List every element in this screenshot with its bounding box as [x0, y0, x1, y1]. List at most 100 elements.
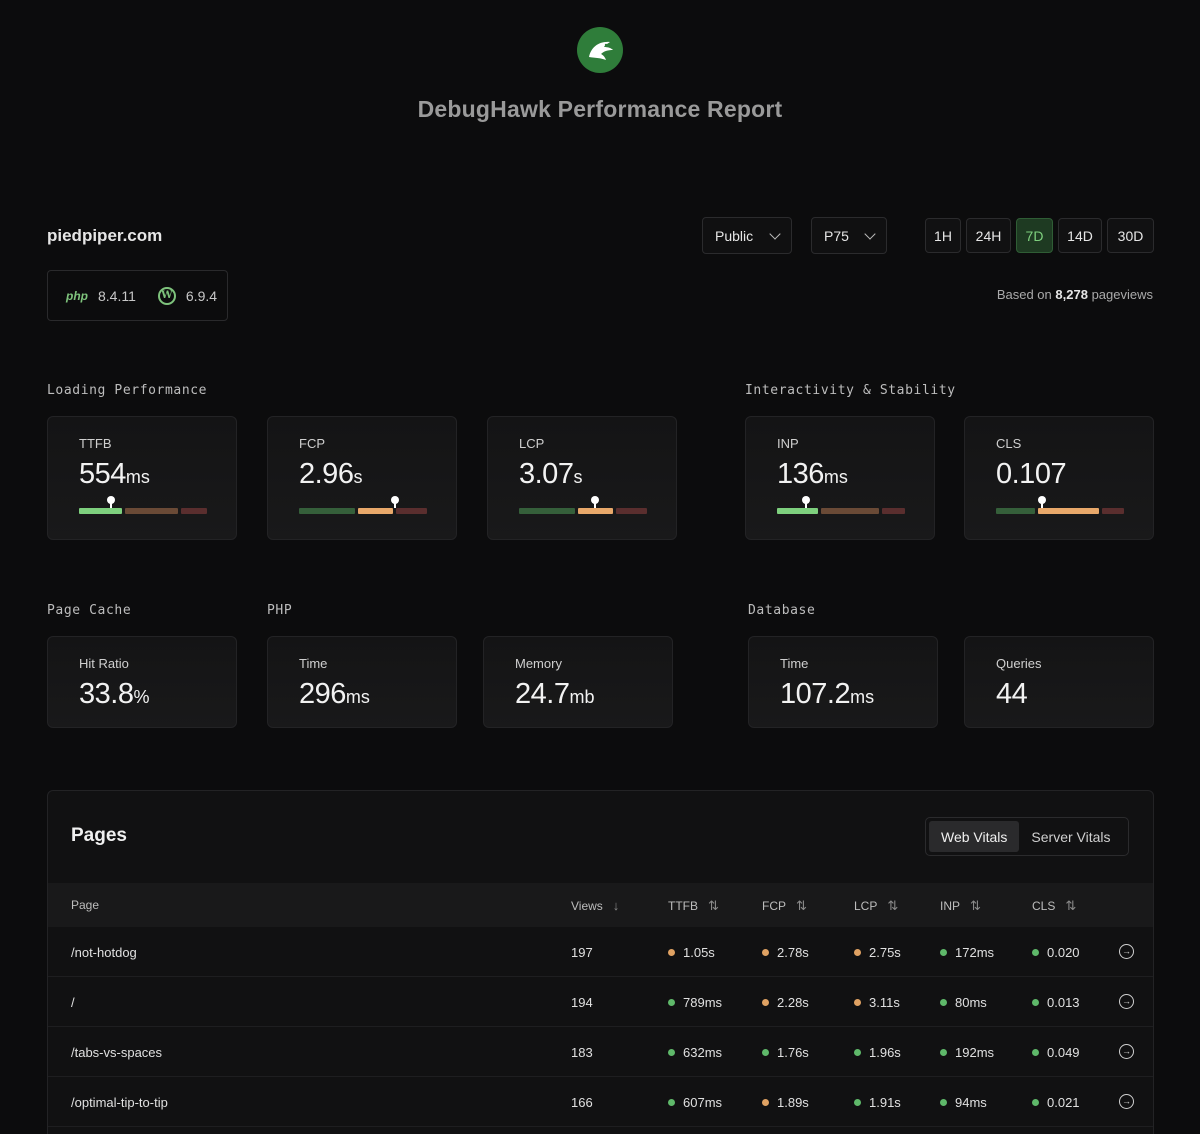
cell-cls: 0.021: [1032, 1095, 1080, 1110]
cell-cls: 0.013: [1032, 995, 1080, 1010]
cell-ttfb: 1.05s: [668, 945, 715, 960]
server-unit: ms: [345, 687, 370, 707]
php-memory-card: Memory 24.7mb: [483, 636, 673, 728]
col-inp[interactable]: INP ⇅: [940, 898, 981, 914]
tab-server-vitals[interactable]: Server Vitals: [1019, 821, 1122, 852]
cell-page: /: [71, 995, 75, 1010]
visibility-value: Public: [715, 227, 754, 244]
value-marker-icon: [1038, 496, 1047, 508]
range-7d-button[interactable]: 7D: [1016, 218, 1053, 253]
col-inp-label: INP: [940, 899, 961, 913]
needs-improvement-segment: [357, 508, 394, 514]
good-segment: [299, 508, 355, 514]
needs-improvement-segment: [577, 508, 614, 514]
percentile-select[interactable]: P75: [811, 217, 887, 254]
status-dot: [854, 1099, 861, 1106]
value-marker-icon: [107, 496, 115, 508]
table-row[interactable]: / 194 789ms 2.28s 3.11s 80ms 0.013 →: [48, 977, 1153, 1027]
range-24h-button[interactable]: 24H: [966, 218, 1011, 253]
vital-label: LCP: [519, 436, 545, 451]
col-ttfb[interactable]: TTFB ⇅: [668, 898, 719, 914]
col-cls[interactable]: CLS ⇅: [1032, 898, 1076, 914]
vital-number: 0.107: [996, 458, 1067, 490]
cell-text: 1.89s: [777, 1095, 809, 1110]
cell-page: /optimal-tip-to-tip: [71, 1095, 168, 1110]
cell-text: 94ms: [955, 1095, 987, 1110]
cell-text: 0.021: [1047, 1095, 1080, 1110]
pageviews-prefix: Based on: [996, 287, 1052, 302]
cell-text: /tabs-vs-spaces: [71, 1045, 163, 1060]
hawk-icon: [589, 41, 613, 60]
pageviews-summary: Based on 8,278 pageviews: [997, 287, 1153, 302]
server-unit: ms: [850, 687, 875, 707]
col-fcp[interactable]: FCP ⇅: [762, 898, 807, 914]
status-dot: [940, 949, 947, 956]
cell-inp: 192ms: [940, 1045, 994, 1060]
cell-fcp: 2.78s: [762, 945, 809, 960]
chevron-down-icon: [864, 227, 876, 240]
vital-unit: s: [353, 467, 363, 487]
col-views-label: Views: [571, 898, 603, 913]
arrow-right-circle-icon[interactable]: →: [1119, 994, 1134, 1009]
vital-bar: [299, 496, 427, 514]
cell-text: /not-hotdog: [71, 945, 137, 960]
wordpress-icon: W: [157, 286, 176, 305]
status-dot: [668, 1049, 675, 1056]
sort-icon: ⇅: [887, 898, 899, 913]
cell-lcp: 1.96s: [854, 1045, 901, 1060]
col-views[interactable]: Views ↓: [571, 898, 619, 913]
wp-version: 6.9.4: [185, 287, 218, 304]
section-php: PHP: [267, 603, 293, 618]
poor-segment: [396, 508, 427, 514]
pageviews-count: 8,278: [1055, 287, 1088, 302]
cell-text: 632ms: [683, 1045, 723, 1060]
percentile-value: P75: [824, 227, 849, 244]
cell-text: 3.11s: [869, 995, 900, 1010]
arrow-right-circle-icon[interactable]: →: [1119, 944, 1134, 959]
cell-fcp: 1.89s: [762, 1095, 809, 1110]
server-label: Hit Ratio: [79, 656, 129, 671]
table-row[interactable]: /optimal-tip-to-tip 166 607ms 1.89s 1.91s 94m…: [48, 1077, 1153, 1127]
col-fcp-label: FCP: [762, 899, 786, 913]
table-row[interactable]: /not-hotdog 197 1.05s 2.78s 2.75s 172ms 0.020 →: [48, 927, 1153, 977]
status-dot: [762, 949, 769, 956]
status-dot: [1032, 1099, 1039, 1106]
poor-segment: [616, 508, 647, 514]
tab-web-vitals[interactable]: Web Vitals: [929, 821, 1020, 852]
table-row[interactable]: /tabs-vs-spaces 183 632ms 1.76s 1.96s 192ms 0.…: [48, 1027, 1153, 1077]
visibility-select[interactable]: Public: [702, 217, 792, 254]
vital-unit: ms: [823, 467, 848, 487]
cache-hit-ratio-card: Hit Ratio 33.8%: [47, 636, 237, 728]
cell-inp: 94ms: [940, 1095, 987, 1110]
section-loading: Loading Performance: [47, 383, 208, 398]
poor-segment: [881, 508, 905, 514]
version-box: php 8.4.11 W 6.9.4: [47, 270, 228, 321]
range-14d-button[interactable]: 14D: [1058, 218, 1102, 253]
cell-text: 172ms: [955, 945, 995, 960]
status-dot: [762, 1099, 769, 1106]
arrow-right-circle-icon[interactable]: →: [1119, 1044, 1134, 1059]
cell-text: 2.28s: [777, 995, 809, 1010]
arrow-right-circle-icon[interactable]: →: [1119, 1094, 1134, 1109]
col-ttfb-label: TTFB: [668, 899, 698, 913]
vital-number: 554: [79, 458, 126, 490]
range-1h-button[interactable]: 1H: [925, 218, 961, 253]
status-dot: [940, 1049, 947, 1056]
status-dot: [668, 949, 675, 956]
site-name: piedpiper.com: [47, 226, 163, 245]
vital-unit: s: [573, 467, 583, 487]
cell-text: 789ms: [683, 995, 723, 1010]
cell-cls: 0.020: [1032, 945, 1080, 960]
status-dot: [1032, 949, 1039, 956]
server-label: Time: [780, 656, 809, 671]
vital-value: 2.96s: [299, 458, 362, 491]
vital-label: INP: [777, 436, 799, 451]
col-lcp[interactable]: LCP ⇅: [854, 898, 898, 914]
cell-fcp: 1.76s: [762, 1045, 809, 1060]
range-30d-button[interactable]: 30D: [1107, 218, 1154, 253]
needs-improvement-segment: [125, 508, 179, 514]
server-number: 296: [299, 678, 346, 710]
col-page: Page: [71, 898, 99, 912]
section-interactivity: Interactivity & Stability: [745, 383, 956, 398]
sort-icon: ⇅: [970, 898, 981, 913]
